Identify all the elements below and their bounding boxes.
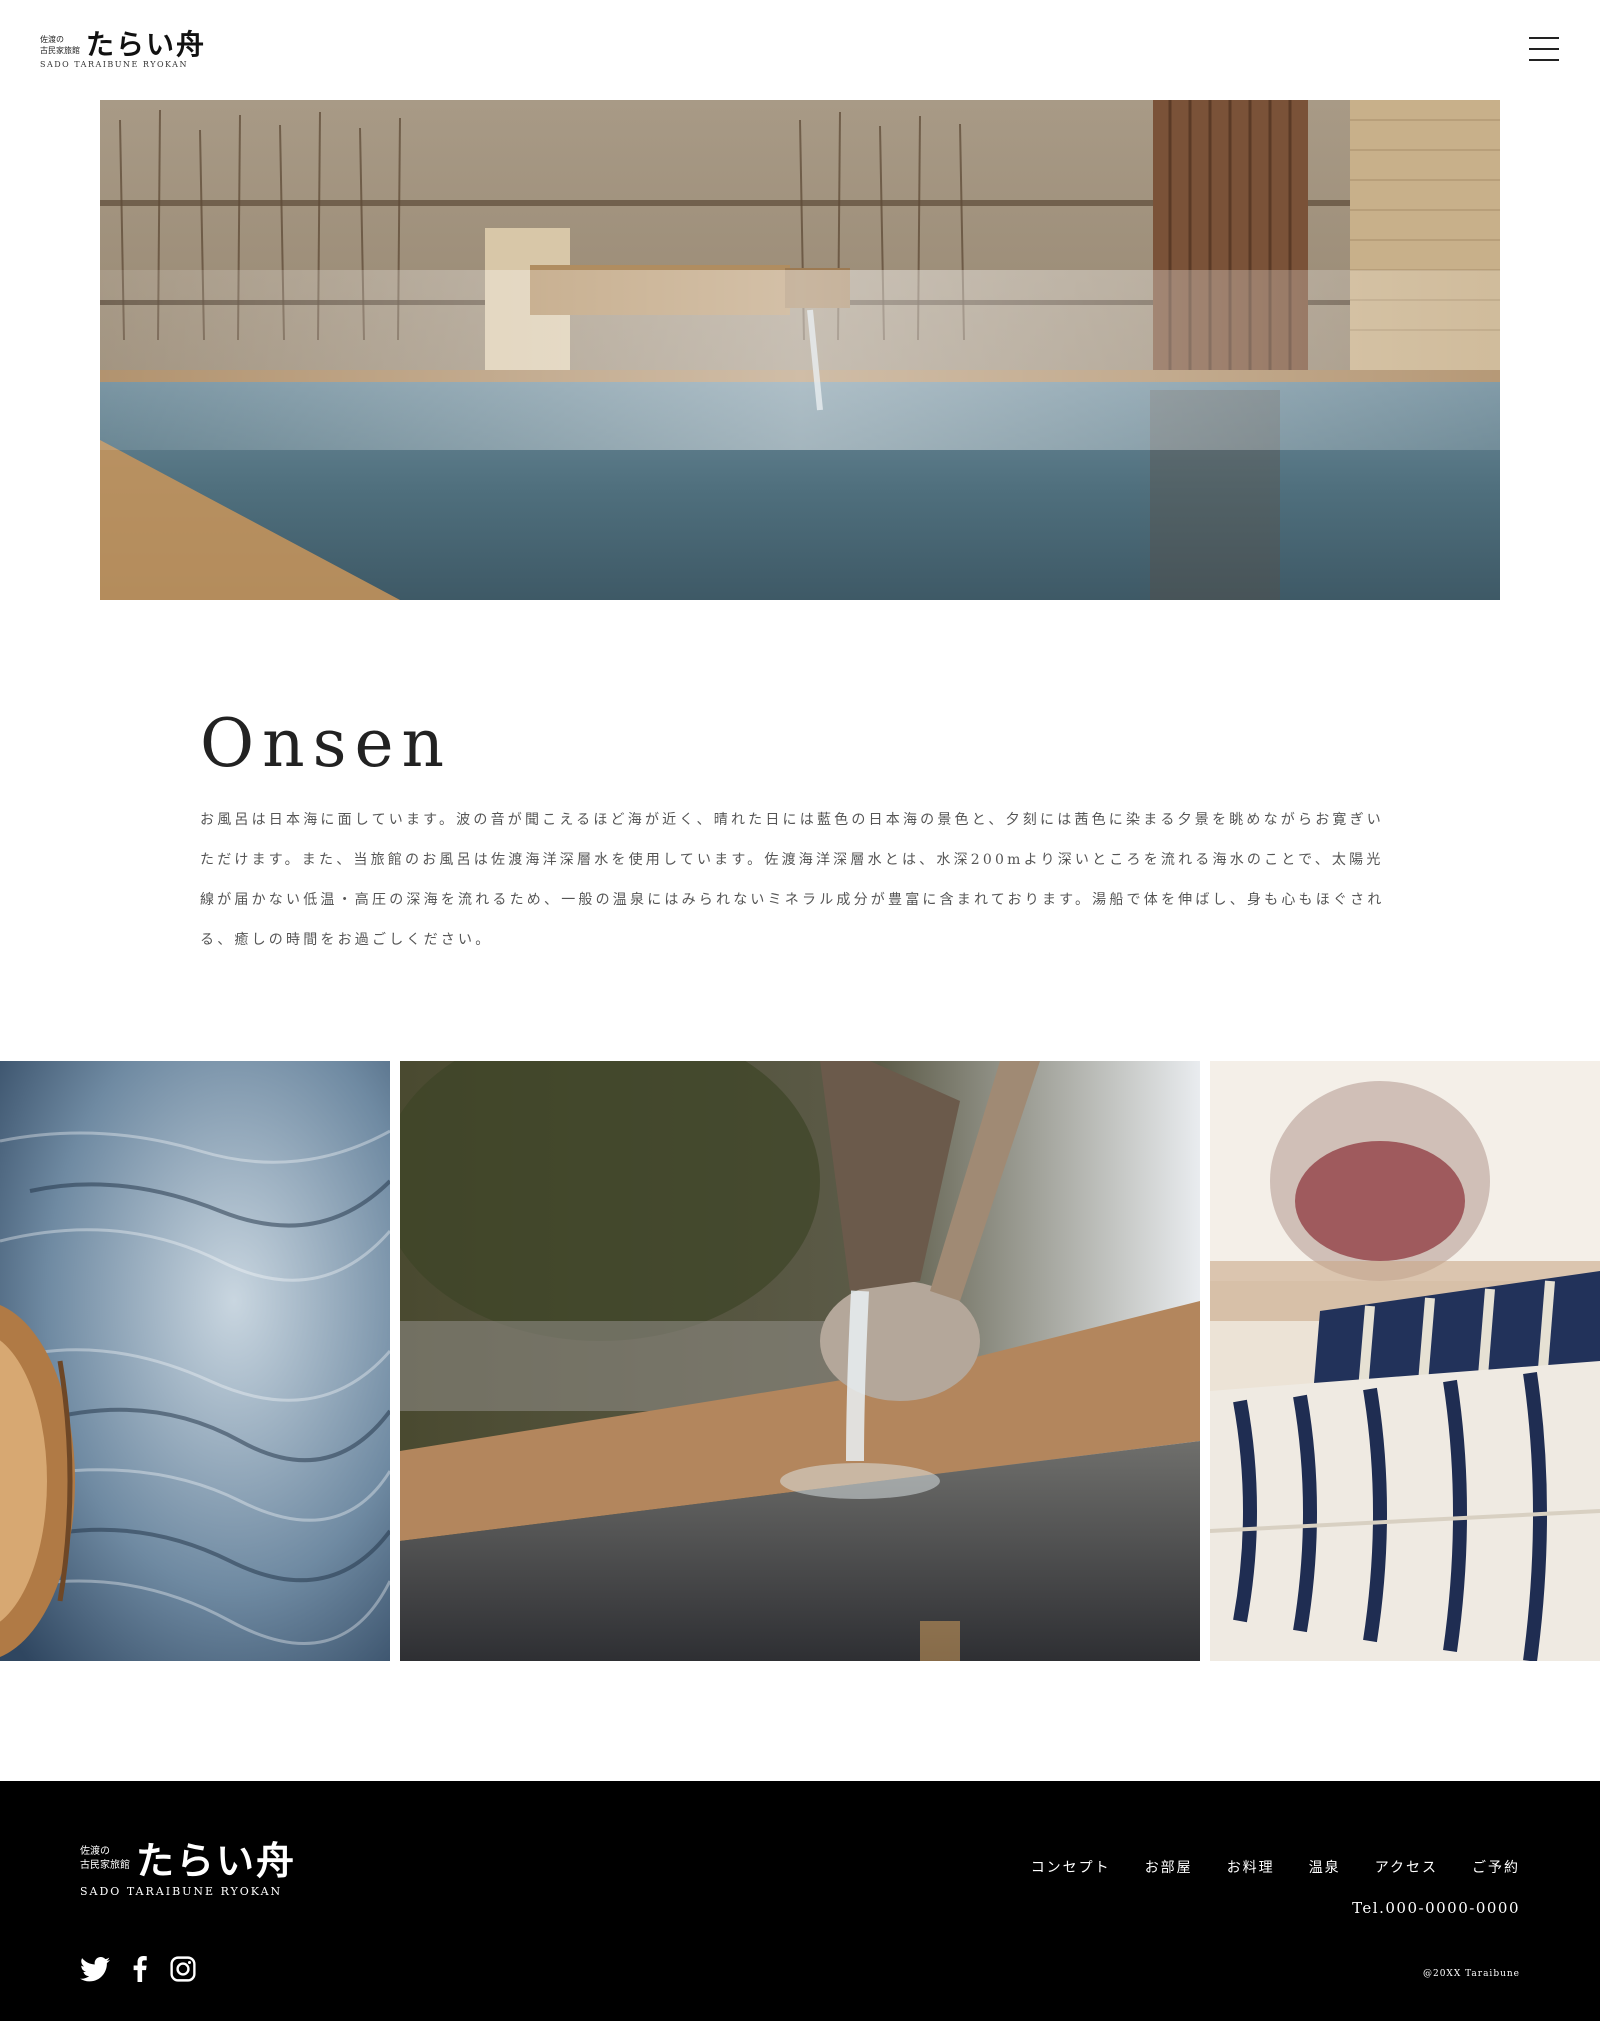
- footer-nav-access[interactable]: アクセス: [1375, 1857, 1438, 1877]
- social-links: [80, 1956, 196, 1986]
- site-footer: 佐渡の 古民家旅館 たらい舟 SADO TARAIBUNE RYOKAN コンセ…: [0, 1781, 1600, 2021]
- logo-prefix-line1: 佐渡の: [40, 35, 64, 44]
- footer-logo-prefix-line2: 古民家旅館: [80, 1860, 130, 1871]
- logo-name: たらい舟: [86, 28, 207, 61]
- footer-logo-english: SADO TARAIBUNE RYOKAN: [80, 1885, 283, 1898]
- gallery-bucket-photo: [0, 1061, 390, 1661]
- logo-prefix-line2: 古民家旅館: [40, 46, 80, 55]
- twitter-icon[interactable]: [80, 1956, 110, 1986]
- section-body-text: お風呂は日本海に面しています。波の音が聞こえるほど海が近く、晴れた日には藍色の日…: [200, 812, 1385, 948]
- hamburger-menu-icon[interactable]: [1529, 37, 1559, 61]
- footer-logo-prefix-line1: 佐渡の: [80, 1846, 110, 1857]
- footer-logo-name: たらい舟: [136, 1838, 297, 1883]
- site-header: 佐渡の 古民家旅館 たらい舟 SADO TARAIBUNE RYOKAN: [0, 0, 1600, 100]
- logo-english: SADO TARAIBUNE RYOKAN: [40, 60, 188, 69]
- footer-nav-rooms[interactable]: お部屋: [1145, 1857, 1193, 1877]
- logo-prefix: 佐渡の 古民家旅館: [40, 34, 80, 56]
- footer-nav: コンセプト お部屋 お料理 温泉 アクセス ご予約: [1031, 1857, 1520, 1877]
- facebook-icon[interactable]: [132, 1956, 148, 1986]
- copyright: @20XX Taraibune: [1422, 1969, 1520, 1979]
- site-logo[interactable]: 佐渡の 古民家旅館 たらい舟 SADO TARAIBUNE RYOKAN: [40, 28, 207, 70]
- section-title: Onsen: [200, 705, 453, 782]
- gallery-towels-photo: [1210, 1061, 1600, 1661]
- footer-nav-concept[interactable]: コンセプト: [1031, 1857, 1111, 1877]
- gallery-spout-photo: [400, 1061, 1200, 1661]
- footer-nav-reservation[interactable]: ご予約: [1472, 1857, 1520, 1877]
- hero-onsen-image: [100, 100, 1500, 600]
- footer-logo-prefix: 佐渡の 古民家旅館: [80, 1845, 130, 1873]
- footer-nav-onsen[interactable]: 温泉: [1309, 1857, 1341, 1877]
- footer-logo[interactable]: 佐渡の 古民家旅館 たらい舟 SADO TARAIBUNE RYOKAN: [80, 1838, 297, 1899]
- instagram-icon[interactable]: [170, 1956, 196, 1986]
- footer-nav-cuisine[interactable]: お料理: [1227, 1857, 1275, 1877]
- footer-tel[interactable]: Tel.000-0000-0000: [1352, 1899, 1520, 1917]
